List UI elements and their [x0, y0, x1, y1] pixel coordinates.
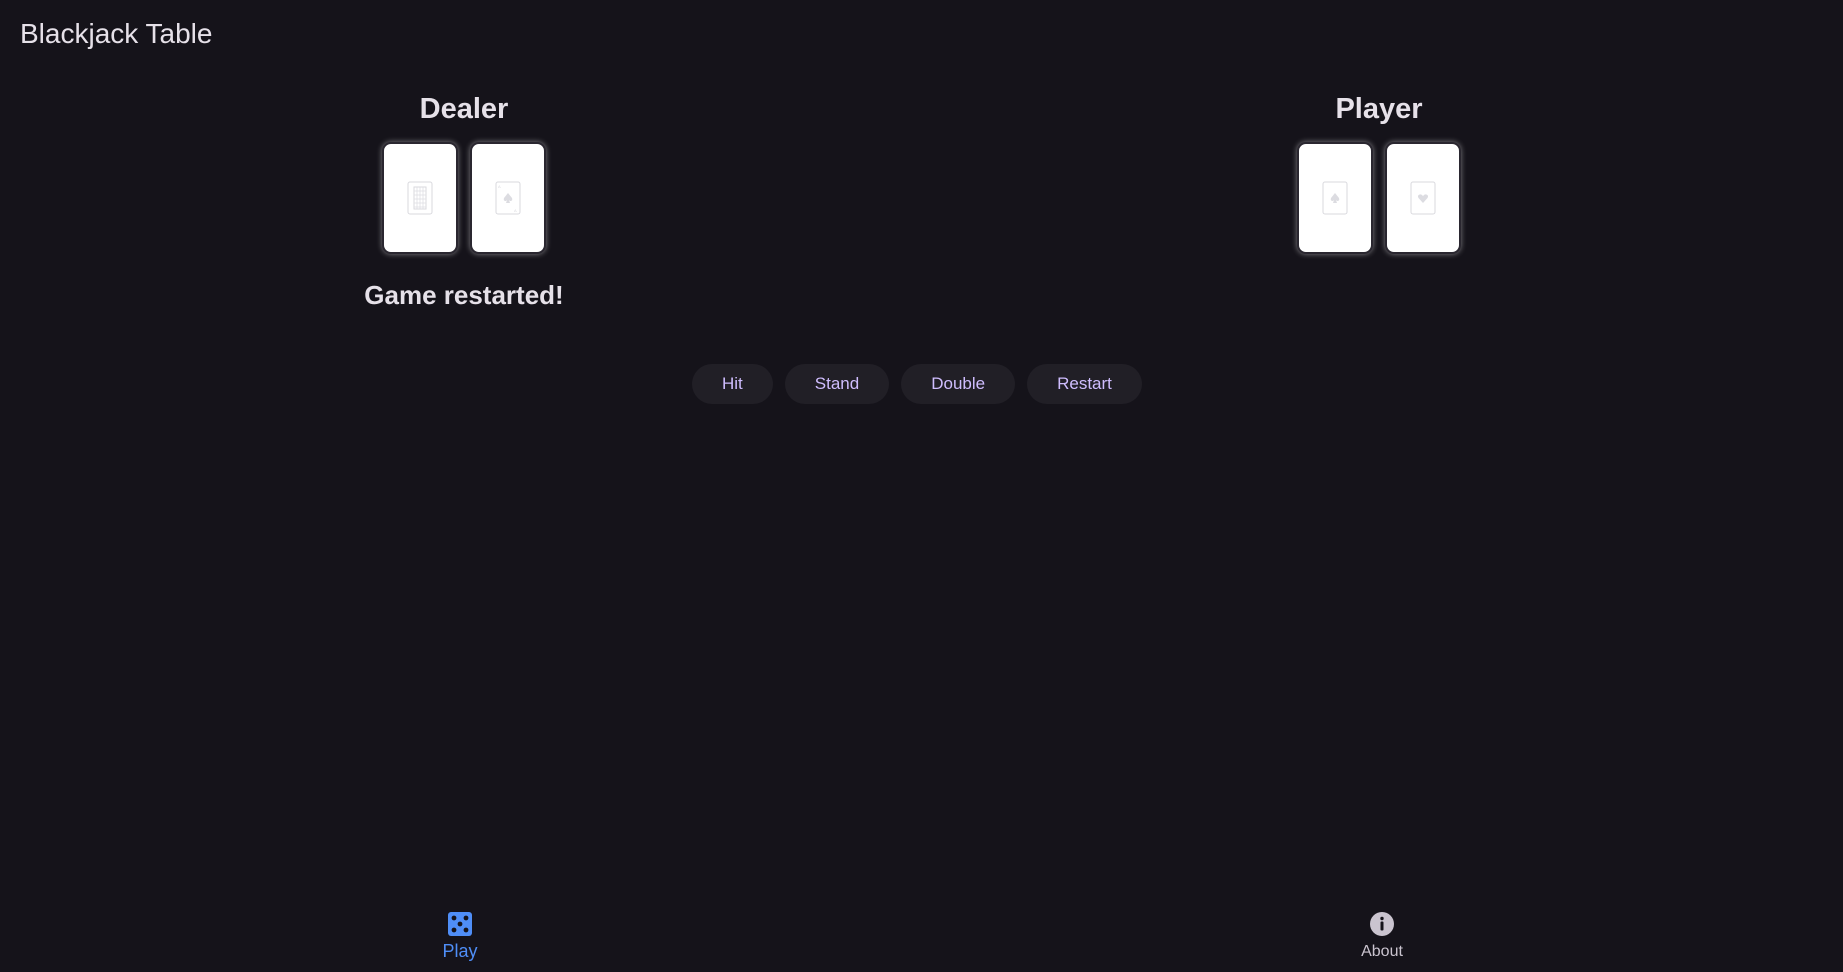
player-hand: Player	[1229, 90, 1529, 254]
player-card-2	[1385, 142, 1461, 254]
player-card-1	[1297, 142, 1373, 254]
nav-label-play: Play	[442, 941, 478, 961]
nav-item-about[interactable]: About	[1322, 892, 1442, 972]
card-spade-icon	[1322, 181, 1348, 215]
dealer-card-hidden	[382, 142, 458, 254]
player-cards	[1297, 142, 1461, 254]
app-root: Blackjack Table Dealer A A Game restarte…	[0, 0, 1843, 972]
nav-item-play[interactable]: Play	[400, 892, 520, 972]
stand-button[interactable]: Stand	[784, 364, 890, 404]
card-spade-icon: A A	[495, 181, 521, 215]
dealer-card-face: A A	[470, 142, 546, 254]
double-button[interactable]: Double	[901, 364, 1016, 404]
app-title: Blackjack Table	[20, 18, 213, 49]
action-buttons: Hit Stand Double Restart	[692, 364, 1142, 404]
dealer-title: Dealer	[419, 93, 509, 125]
info-icon	[1370, 912, 1394, 936]
hit-button[interactable]: Hit	[692, 364, 773, 404]
player-title: Player	[1335, 93, 1423, 125]
dice-icon	[448, 912, 472, 936]
restart-button[interactable]: Restart	[1027, 364, 1142, 404]
card-back-icon	[407, 181, 433, 215]
nav-label-about: About	[1361, 943, 1403, 960]
status-message: Game restarted!	[364, 280, 564, 310]
dealer-hand: Dealer A A Game restarted!	[314, 90, 614, 311]
svg-text:A: A	[498, 184, 501, 189]
dealer-cards: A A	[382, 142, 546, 254]
svg-text:A: A	[514, 208, 517, 213]
card-heart-icon	[1410, 181, 1436, 215]
bottom-nav: Play About	[0, 892, 1843, 972]
